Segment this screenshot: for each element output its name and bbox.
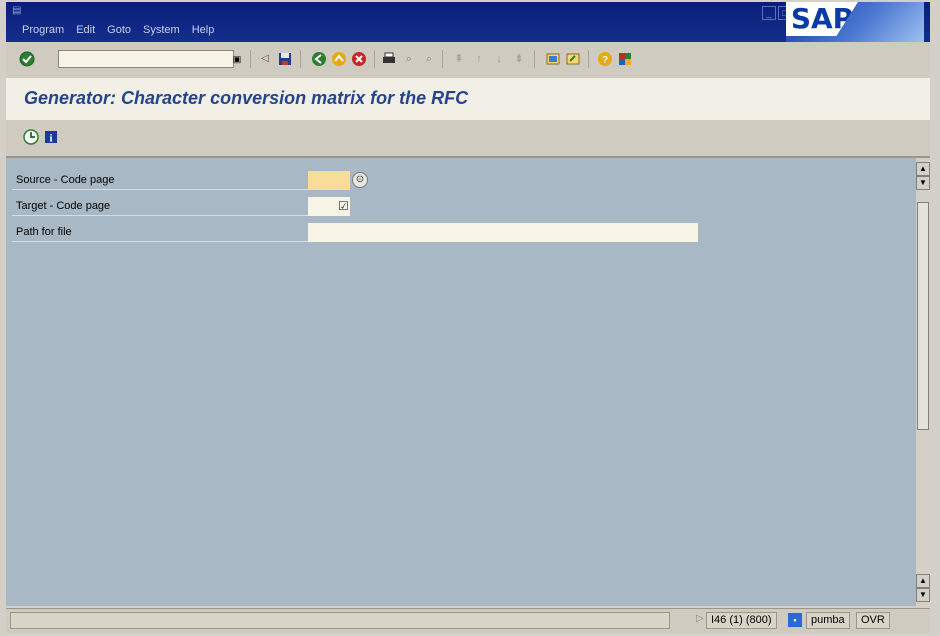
create-session-icon[interactable] <box>544 50 562 68</box>
save-icon[interactable] <box>276 50 294 68</box>
command-history-icon[interactable]: ▣ <box>228 50 246 68</box>
menu-edit[interactable]: Edit <box>76 24 95 36</box>
command-field[interactable] <box>58 50 234 68</box>
row-underline <box>12 215 308 216</box>
scroll-up-icon[interactable]: ▲ <box>916 162 930 176</box>
previous-page-icon[interactable]: ↑ <box>470 50 488 68</box>
toolbar-separator <box>374 50 375 68</box>
toolbar-separator <box>534 50 535 68</box>
exit-icon[interactable] <box>330 50 348 68</box>
selection-screen: Source - Code page ⊙ Target - Code page … <box>6 158 916 606</box>
back-icon[interactable] <box>310 50 328 68</box>
print-icon[interactable] <box>380 50 398 68</box>
status-bar: ▷ I46 (1) (800) ▪ pumba OVR <box>6 608 930 633</box>
target-code-page-label: Target - Code page <box>16 200 111 212</box>
toolbar-separator <box>588 50 589 68</box>
page-title: Generator: Character conversion matrix f… <box>24 88 469 108</box>
sap-logo: SAP <box>786 2 924 42</box>
scroll-down-icon[interactable]: ▼ <box>916 176 930 190</box>
svg-text:i: i <box>49 133 52 145</box>
value-help-icon[interactable]: ⊙ <box>352 172 368 188</box>
create-shortcut-icon[interactable] <box>564 50 582 68</box>
standard-toolbar: ▣ ◁ ⌕ ⌕ ⇞ ↑ ↓ ⇟ ? <box>6 42 930 79</box>
form-row-source-code-page: Source - Code page ⊙ <box>12 170 918 190</box>
source-code-page-label: Source - Code page <box>16 174 115 186</box>
source-code-page-input[interactable] <box>308 171 350 190</box>
svg-text:?: ? <box>602 55 608 66</box>
first-page-icon[interactable]: ⇞ <box>450 50 468 68</box>
path-for-file-label: Path for file <box>16 226 72 238</box>
find-icon[interactable]: ⌕ <box>400 50 418 68</box>
menu-system[interactable]: System <box>143 24 180 36</box>
sap-window: ▤ Program Edit Goto System Help _ □ × SA… <box>0 0 940 636</box>
system-menu-icon[interactable]: ▤ <box>12 6 22 16</box>
system-info-icon[interactable]: ▪ <box>788 613 802 627</box>
help-icon[interactable]: ? <box>596 50 614 68</box>
menu-goto[interactable]: Goto <box>107 24 131 36</box>
scroll-thumb[interactable] <box>917 202 929 430</box>
form-row-path-for-file: Path for file <box>12 222 918 242</box>
collapse-icon[interactable]: ◁ <box>256 50 274 68</box>
application-toolbar: i <box>6 120 930 158</box>
form-row-target-code-page: Target - Code page ☑ <box>12 196 918 216</box>
vertical-scrollbar[interactable]: ▲ ▼ ▲ ▼ <box>916 158 930 606</box>
scroll-down-icon[interactable]: ▼ <box>916 588 930 602</box>
sap-logo-text: SAP <box>786 2 858 36</box>
next-page-icon[interactable]: ↓ <box>490 50 508 68</box>
path-for-file-input[interactable] <box>308 223 698 242</box>
toolbar-separator <box>250 50 251 68</box>
execute-icon[interactable] <box>22 128 40 146</box>
scroll-up-icon[interactable]: ▲ <box>916 574 930 588</box>
server-name: pumba <box>806 612 850 629</box>
enter-icon[interactable] <box>18 50 36 68</box>
system-info[interactable]: I46 (1) (800) <box>706 612 777 629</box>
title-bar: Generator: Character conversion matrix f… <box>6 78 930 121</box>
menu-program[interactable]: Program <box>22 24 64 36</box>
info-icon[interactable]: i <box>42 128 60 146</box>
layout-menu-icon[interactable] <box>616 50 634 68</box>
insert-mode[interactable]: OVR <box>856 612 890 629</box>
status-message-area <box>10 612 670 629</box>
required-checkbox-icon[interactable]: ☑ <box>338 199 352 213</box>
row-underline <box>12 189 308 190</box>
toolbar-separator <box>442 50 443 68</box>
toolbar-separator <box>300 50 301 68</box>
find-next-icon[interactable]: ⌕ <box>420 50 438 68</box>
last-page-icon[interactable]: ⇟ <box>510 50 528 68</box>
menu-list: Program Edit Goto System Help <box>22 24 214 36</box>
row-underline <box>12 241 308 242</box>
menu-help[interactable]: Help <box>192 24 215 36</box>
cancel-icon[interactable] <box>350 50 368 68</box>
status-expand-icon[interactable]: ▷ <box>696 613 704 624</box>
minimize-icon[interactable]: _ <box>762 6 776 20</box>
